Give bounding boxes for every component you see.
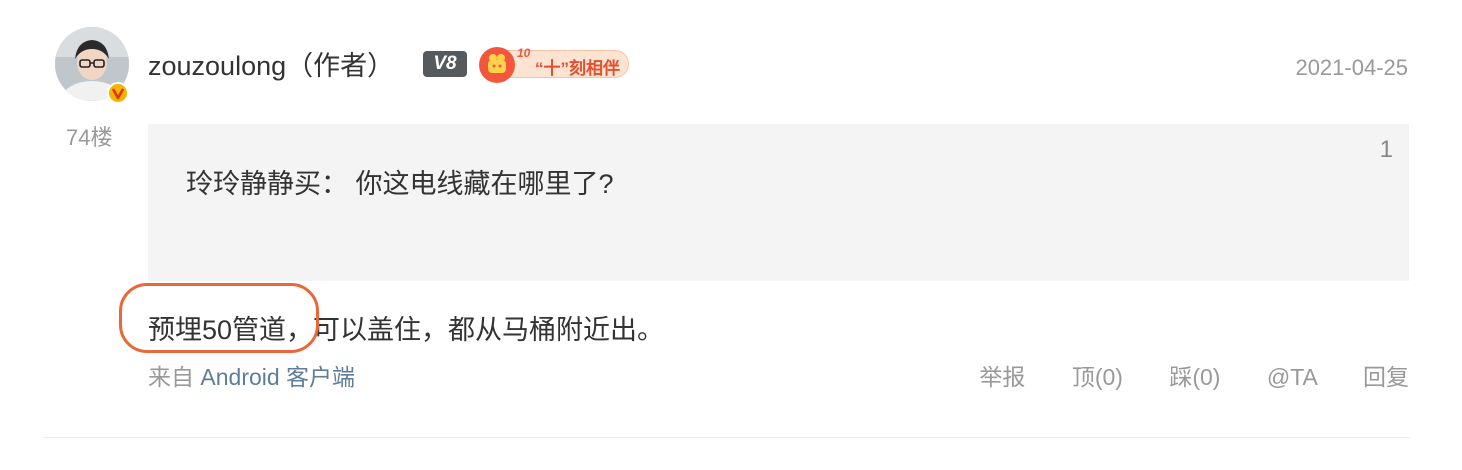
- client-link[interactable]: Android 客户端: [200, 364, 355, 390]
- post-source: 来自 Android 客户端: [148, 358, 355, 392]
- medal-face-icon: [479, 47, 515, 83]
- anniversary-medal[interactable]: 10 “十”刻相伴: [479, 44, 631, 83]
- post-date: 2021-04-25: [1295, 55, 1408, 80]
- author-name[interactable]: zouzoulong（作者）: [148, 44, 394, 83]
- source-prefix: 来自: [148, 364, 194, 390]
- upvote-button[interactable]: 顶(0): [1072, 364, 1123, 390]
- divider: [43, 437, 1410, 438]
- downvote-button[interactable]: 踩(0): [1169, 364, 1220, 390]
- comment-body: 预埋50管道，可以盖住，都从马桶附近出。: [148, 315, 665, 345]
- quoted-text: 玲玲静静买： 你这电线藏在哪里了?: [186, 169, 614, 199]
- level-badge[interactable]: V8: [423, 51, 467, 77]
- floor-number: 74楼: [66, 125, 113, 150]
- action-bar: 举报 顶(0) 踩(0) @TA 回复: [939, 358, 1409, 392]
- mention-button[interactable]: @TA: [1267, 364, 1317, 390]
- reply-button[interactable]: 回复: [1363, 364, 1409, 390]
- quoted-reply: 玲玲静静买： 你这电线藏在哪里了? 1: [148, 124, 1409, 281]
- quote-count: 1: [1379, 136, 1393, 163]
- medal-text: “十”刻相伴: [535, 59, 620, 78]
- report-button[interactable]: 举报: [979, 364, 1025, 390]
- medal-number: 10: [517, 46, 531, 60]
- verified-badge-icon: [107, 82, 129, 104]
